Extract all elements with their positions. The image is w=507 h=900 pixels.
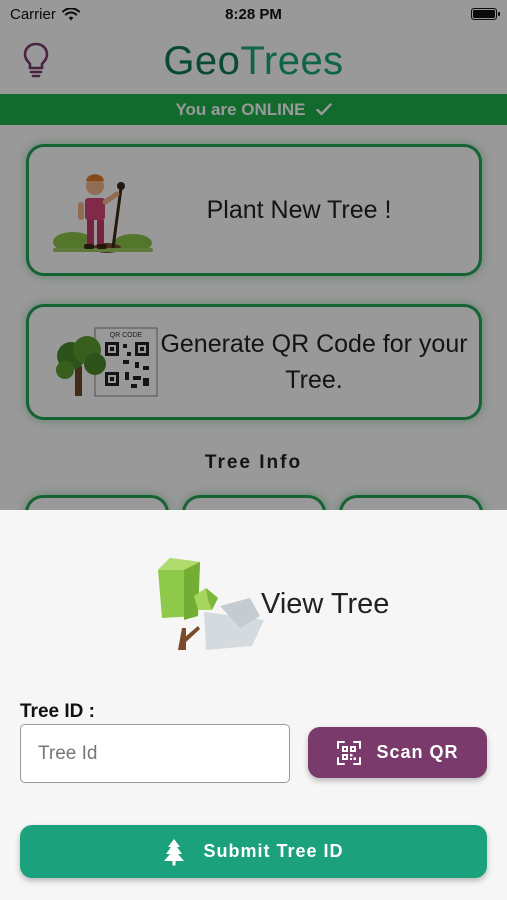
view-tree-title: View Tree (261, 588, 390, 620)
modal-backdrop[interactable] (0, 0, 507, 510)
view-tree-sheet: View Tree Tree ID : Scan QR Submit Tree … (0, 510, 507, 900)
tree-id-label: Tree ID : (20, 701, 95, 722)
tree-id-input[interactable] (20, 724, 290, 783)
pine-tree-icon (164, 838, 185, 865)
submit-tree-id-label: Submit Tree ID (203, 841, 344, 861)
low-poly-tree-icon (158, 558, 264, 650)
scan-qr-label: Scan QR (376, 742, 459, 762)
scan-qr-button[interactable]: Scan QR (308, 727, 487, 778)
submit-tree-id-button[interactable]: Submit Tree ID (20, 825, 487, 878)
qr-scan-icon (337, 740, 362, 765)
